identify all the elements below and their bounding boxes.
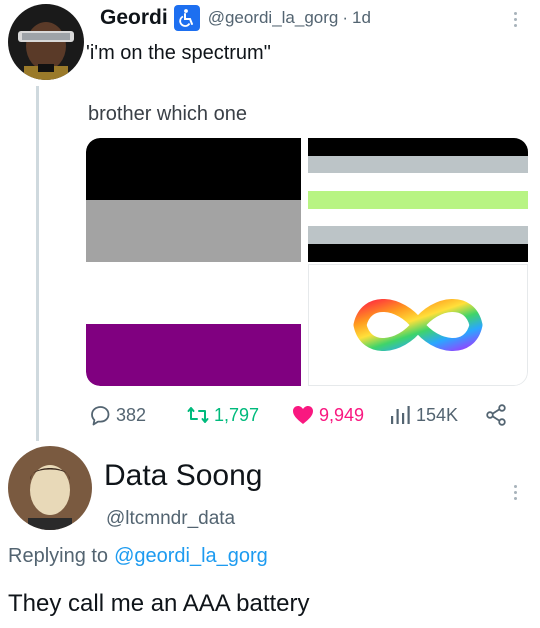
heart-icon — [293, 406, 313, 424]
reply-text: They call me an AAA battery — [8, 590, 310, 617]
reply-button[interactable]: 382 — [88, 403, 146, 427]
author-name[interactable]: Data Soong — [104, 459, 262, 493]
more-options-icon[interactable] — [512, 12, 518, 27]
flag-stripe — [308, 208, 528, 227]
mention-link[interactable]: @geordi_la_gorg — [114, 545, 268, 567]
flag-stripe — [308, 138, 528, 156]
infinity-rainbow-icon — [353, 299, 483, 351]
flag-stripe — [86, 262, 301, 324]
repost-count: 1,797 — [214, 404, 260, 425]
reply-icon — [91, 406, 110, 426]
accessibility-icon — [173, 5, 200, 31]
avatar[interactable] — [8, 4, 84, 80]
media-grid[interactable] — [86, 138, 528, 386]
author-name[interactable]: Geordi — [100, 6, 168, 30]
avatar-image-geordi — [8, 4, 84, 80]
flag-stripe — [308, 155, 528, 174]
thread-line — [36, 86, 39, 441]
reply-count: 382 — [116, 404, 147, 425]
tweet-text: 'i'm on the spectrum" — [86, 42, 271, 64]
separator-dot: · — [342, 8, 349, 27]
tweet-header: Geordi @geordi_la_gorg · 1d — [100, 4, 371, 32]
author-handle[interactable]: @ltcmndr_data — [106, 508, 235, 530]
timestamp[interactable]: 1d — [352, 8, 371, 28]
avatar[interactable] — [8, 446, 92, 530]
like-count: 9,949 — [319, 404, 365, 425]
flag-stripe — [308, 191, 528, 209]
views-button[interactable]: 154K — [388, 403, 458, 427]
agender-flag-image[interactable] — [308, 138, 528, 262]
repost-button[interactable]: 1,797 — [186, 403, 259, 427]
share-button[interactable] — [484, 403, 508, 427]
repost-icon — [187, 407, 209, 423]
infinity-image[interactable] — [308, 264, 528, 386]
replying-label: Replying to — [8, 545, 109, 567]
flag-stripe — [86, 324, 301, 386]
flag-stripe — [86, 200, 301, 262]
author-handle[interactable]: @geordi_la_gorg — [208, 8, 339, 28]
flag-stripe — [308, 173, 528, 192]
view-count: 154K — [416, 404, 459, 425]
flag-stripe — [86, 138, 301, 200]
flag-stripe — [308, 226, 528, 245]
avatar-image-data — [8, 446, 92, 530]
quote-text: brother which one — [88, 103, 247, 125]
flag-stripe — [308, 244, 528, 262]
tweet-actions: 382 1,797 9,949 154K — [88, 403, 528, 431]
asexual-flag-image[interactable] — [86, 138, 301, 386]
like-button[interactable]: 9,949 — [291, 403, 364, 427]
replying-to-line: Replying to @geordi_la_gorg — [8, 545, 268, 568]
share-icon — [486, 404, 506, 426]
more-options-icon[interactable] — [512, 485, 518, 500]
views-bar-chart-icon — [391, 406, 410, 424]
